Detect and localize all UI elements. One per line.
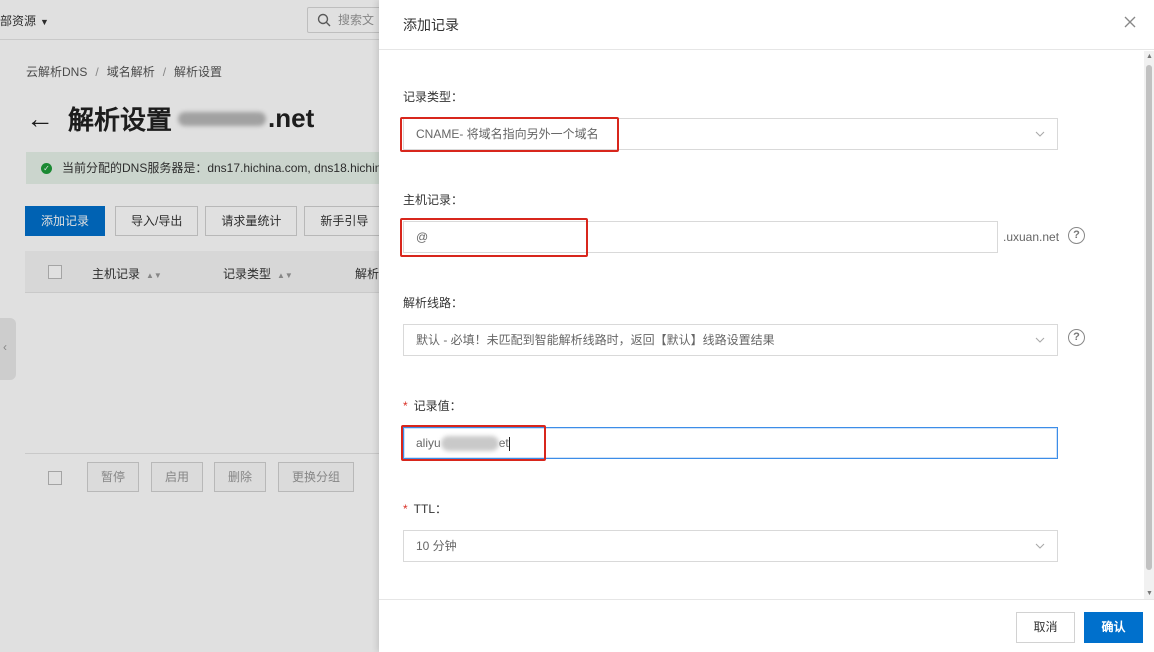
record-value-label: * 记录值： [403,399,462,413]
close-icon[interactable] [1122,14,1138,30]
confirm-button[interactable]: 确认 [1084,612,1143,643]
cancel-button[interactable]: 取消 [1016,612,1075,643]
redacted-value [440,436,499,452]
drawer-header: 添加记录 [379,0,1154,50]
ttl-label: * TTL： [403,502,448,516]
scrollbar-thumb[interactable] [1146,65,1152,570]
host-record-input[interactable]: @ [403,221,998,253]
drawer-footer: 取消 确认 [379,599,1154,652]
required-mark: * [403,502,408,516]
record-type-select[interactable]: CNAME- 将域名指向另外一个域名 [403,118,1058,150]
scroll-up-icon[interactable]: ▲ [1146,53,1153,60]
drawer-scrollbar[interactable]: ▲ ▼ [1144,51,1154,599]
drawer-title: 添加记录 [403,17,459,33]
ttl-select[interactable]: 10 分钟 [403,530,1058,562]
host-record-label: 主机记录： [403,193,464,207]
line-select[interactable]: 默认 - 必填！未匹配到智能解析线路时，返回【默认】线路设置结果 [403,324,1058,356]
drawer-body: 记录类型： CNAME- 将域名指向另外一个域名 主机记录： @ .uxuan.… [379,51,1154,599]
help-icon[interactable]: ? [1068,329,1085,346]
required-mark: * [403,399,408,413]
text-caret [508,436,510,451]
domain-suffix: .uxuan.net [1003,230,1060,244]
record-value-input[interactable]: aliyu et [403,427,1058,459]
modal-overlay[interactable] [0,0,379,652]
chevron-down-icon [1035,543,1045,549]
record-type-label: 记录类型： [403,90,464,104]
help-icon[interactable]: ? [1068,227,1085,244]
line-label: 解析线路： [403,296,464,310]
add-record-drawer: 添加记录 记录类型： CNAME- 将域名指向另外一个域名 主机记录： @ .u… [379,0,1154,652]
chevron-down-icon [1035,131,1045,137]
scroll-down-icon[interactable]: ▼ [1146,590,1153,597]
chevron-down-icon [1035,337,1045,343]
